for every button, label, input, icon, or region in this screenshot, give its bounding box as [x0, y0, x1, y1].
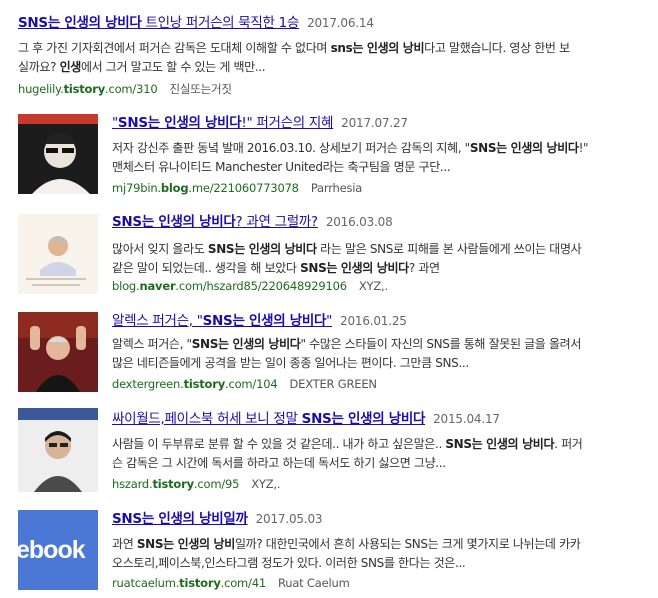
- result-title-link[interactable]: 싸이월드,페이스북 허세 보니 정말 SNS는 인생의 낭비다: [112, 411, 425, 427]
- result-snippet: 그 후 가진 기자회견에서 퍼거슨 감독은 도대체 이해할 수 없다며 sns는…: [18, 41, 570, 74]
- person-photo-icon: [18, 114, 98, 194]
- result-url[interactable]: hugelily.tistory.com/310: [18, 82, 158, 96]
- result-date: 2016.01.25: [340, 314, 407, 328]
- result-source[interactable]: Ruat Caelum: [278, 576, 350, 590]
- person-photo-icon: [18, 214, 98, 294]
- result-meta: hugelily.tistory.com/310 진실또는거짓: [18, 81, 232, 97]
- result-thumbnail[interactable]: [18, 114, 98, 194]
- result-date: 2017.07.27: [341, 116, 408, 130]
- result-title-link[interactable]: SNS는 인생의 낭비일까: [112, 511, 248, 527]
- result-title-line: 싸이월드,페이스북 허세 보니 정말 SNS는 인생의 낭비다 2015.04.1…: [112, 410, 500, 428]
- result-meta: ruatcaelum.tistory.com/41 Ruat Caelum: [112, 575, 350, 591]
- search-result: ebook SNS는 인생의 낭비일까 2017.05.03 과연 SNS는 인생…: [0, 504, 658, 598]
- facebook-logo-text: ebook: [18, 536, 86, 564]
- result-title-link[interactable]: SNS는 인생의 낭비다 트인낭 퍼거슨의 묵직한 1승: [18, 15, 299, 31]
- search-result: 싸이월드,페이스북 허세 보니 정말 SNS는 인생의 낭비다 2015.04.1…: [0, 404, 658, 496]
- result-meta: hszard.tistory.com/95 XYZ,.: [112, 476, 281, 492]
- result-snippet: 저자 강신주 출판 동녘 발매 2016.03.10. 상세보기 퍼거슨 감독의…: [112, 141, 589, 174]
- result-snippet: 과연 SNS는 인생의 낭비일까? 대한민국에서 흔히 사용되는 SNS는 크게…: [112, 537, 581, 570]
- result-meta: blog.naver.com/hszard85/220648929106 XYZ,…: [112, 278, 388, 294]
- result-source[interactable]: XYZ,.: [359, 279, 388, 293]
- result-title-line: 알렉스 퍼거슨, "SNS는 인생의 낭비다" 2016.01.25: [112, 312, 407, 330]
- result-source[interactable]: 진실또는거짓: [169, 82, 231, 96]
- result-title-line: SNS는 인생의 낭비일까 2017.05.03: [112, 510, 323, 528]
- result-snippet: 알렉스 퍼거슨, "SNS는 인생의 낭비다" 수많은 스타들이 자신의 SNS…: [112, 337, 582, 370]
- result-thumbnail[interactable]: ebook: [18, 510, 98, 590]
- result-url[interactable]: hszard.tistory.com/95: [112, 477, 239, 491]
- result-source[interactable]: Parrhesia: [311, 181, 363, 195]
- search-result: 알렉스 퍼거슨, "SNS는 인생의 낭비다" 2016.01.25 알렉스 퍼거…: [0, 306, 658, 396]
- person-photo-icon: [18, 408, 98, 492]
- result-source[interactable]: XYZ,.: [251, 477, 280, 491]
- result-thumbnail[interactable]: [18, 312, 98, 392]
- result-snippet: 사람들 이 두부류로 분류 할 수 있을 것 같은데.. 내가 하고 싶은말은.…: [112, 437, 583, 470]
- result-title-link[interactable]: SNS는 인생의 낭비다? 과연 그럴까?: [112, 214, 318, 230]
- result-url[interactable]: dextergreen.tistory.com/104: [112, 377, 278, 391]
- result-meta: dextergreen.tistory.com/104 DEXTER GREEN: [112, 376, 377, 392]
- search-result: "SNS는 인생의 낭비다!" 퍼거슨의 지혜 2017.07.27 저자 강신주…: [0, 110, 658, 200]
- result-date: 2017.06.14: [307, 16, 374, 30]
- result-url[interactable]: mj79bin.blog.me/221060773078: [112, 181, 299, 195]
- result-date: 2016.03.08: [325, 215, 393, 229]
- result-title-link[interactable]: "SNS는 인생의 낭비다!" 퍼거슨의 지혜: [112, 115, 333, 131]
- result-thumbnail[interactable]: [18, 408, 98, 492]
- result-thumbnail[interactable]: [18, 214, 98, 294]
- result-date: 2015.04.17: [433, 412, 500, 426]
- result-title-link[interactable]: 알렉스 퍼거슨, "SNS는 인생의 낭비다": [112, 313, 332, 329]
- result-title-line: SNS는 인생의 낭비다? 과연 그럴까? 2016.03.08: [112, 213, 393, 231]
- search-result: SNS는 인생의 낭비다 트인낭 퍼거슨의 묵직한 1승 2017.06.14 그…: [0, 0, 658, 100]
- search-result: SNS는 인생의 낭비다? 과연 그럴까? 2016.03.08 많아서 잊지 올…: [0, 208, 658, 298]
- result-title-line: SNS는 인생의 낭비다 트인낭 퍼거슨의 묵직한 1승 2017.06.14: [18, 14, 374, 32]
- result-meta: mj79bin.blog.me/221060773078 Parrhesia: [112, 180, 362, 196]
- person-photo-icon: [18, 312, 98, 392]
- result-source[interactable]: DEXTER GREEN: [289, 377, 377, 391]
- result-url[interactable]: blog.naver.com/hszard85/220648929106: [112, 279, 347, 293]
- result-date: 2017.05.03: [255, 512, 323, 526]
- result-snippet: 많아서 잊지 올라도 SNS는 인생의 낭비다 라는 말은 SNS로 피해를 본…: [112, 242, 582, 275]
- facebook-logo-icon: ebook: [18, 510, 98, 590]
- result-title-line: "SNS는 인생의 낭비다!" 퍼거슨의 지혜 2017.07.27: [112, 114, 408, 132]
- result-url[interactable]: ruatcaelum.tistory.com/41: [112, 576, 266, 590]
